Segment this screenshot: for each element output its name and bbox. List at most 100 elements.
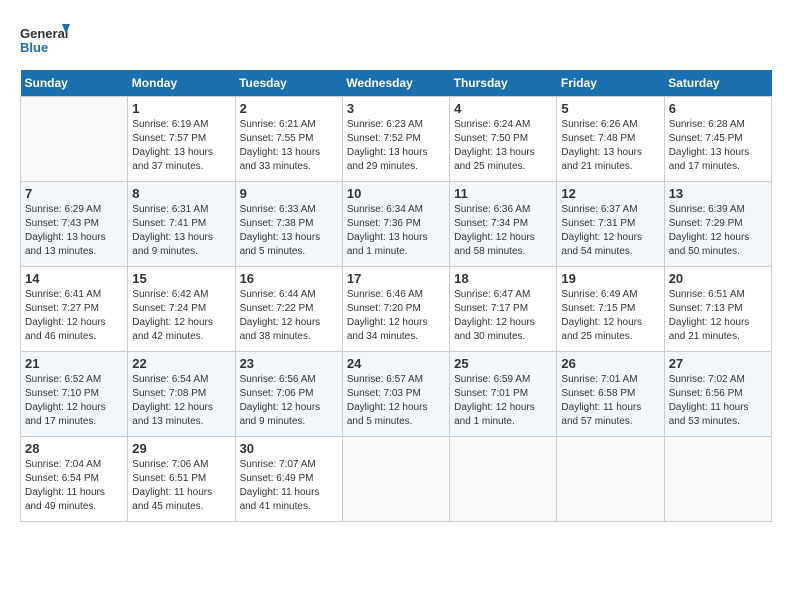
week-row-1: 1 Sunrise: 6:19 AM Sunset: 7:57 PM Daylig… <box>21 97 772 182</box>
day-info: Sunrise: 6:23 AM Sunset: 7:52 PM Dayligh… <box>347 118 445 174</box>
weekday-header-monday: Monday <box>128 70 235 97</box>
day-number: 5 <box>561 101 659 116</box>
day-info: Sunrise: 6:31 AM Sunset: 7:41 PM Dayligh… <box>132 203 230 259</box>
weekday-header-tuesday: Tuesday <box>235 70 342 97</box>
day-info: Sunrise: 6:21 AM Sunset: 7:55 PM Dayligh… <box>240 118 338 174</box>
day-number: 11 <box>454 186 552 201</box>
day-info: Sunrise: 6:33 AM Sunset: 7:38 PM Dayligh… <box>240 203 338 259</box>
day-info: Sunrise: 6:24 AM Sunset: 7:50 PM Dayligh… <box>454 118 552 174</box>
calendar-cell: 27 Sunrise: 7:02 AM Sunset: 6:56 PM Dayli… <box>664 352 771 437</box>
calendar-cell: 7 Sunrise: 6:29 AM Sunset: 7:43 PM Daylig… <box>21 182 128 267</box>
day-info: Sunrise: 6:44 AM Sunset: 7:22 PM Dayligh… <box>240 288 338 344</box>
day-info: Sunrise: 7:04 AM Sunset: 6:54 PM Dayligh… <box>25 458 123 514</box>
day-info: Sunrise: 6:59 AM Sunset: 7:01 PM Dayligh… <box>454 373 552 429</box>
logo: General Blue <box>20 20 70 60</box>
day-info: Sunrise: 6:49 AM Sunset: 7:15 PM Dayligh… <box>561 288 659 344</box>
calendar-cell: 1 Sunrise: 6:19 AM Sunset: 7:57 PM Daylig… <box>128 97 235 182</box>
calendar-cell <box>342 437 449 522</box>
calendar-cell: 29Sunrise: 7:06 AM Sunset: 6:51 PM Dayli… <box>128 437 235 522</box>
weekday-header-sunday: Sunday <box>21 70 128 97</box>
calendar-cell: 14Sunrise: 6:41 AM Sunset: 7:27 PM Dayli… <box>21 267 128 352</box>
day-info: Sunrise: 6:56 AM Sunset: 7:06 PM Dayligh… <box>240 373 338 429</box>
day-info: Sunrise: 6:28 AM Sunset: 7:45 PM Dayligh… <box>669 118 767 174</box>
day-info: Sunrise: 6:19 AM Sunset: 7:57 PM Dayligh… <box>132 118 230 174</box>
weekday-header-row: SundayMondayTuesdayWednesdayThursdayFrid… <box>21 70 772 97</box>
day-info: Sunrise: 7:02 AM Sunset: 6:56 PM Dayligh… <box>669 373 767 429</box>
day-number: 9 <box>240 186 338 201</box>
calendar-cell: 6Sunrise: 6:28 AM Sunset: 7:45 PM Daylig… <box>664 97 771 182</box>
svg-text:Blue: Blue <box>20 40 48 55</box>
day-number: 1 <box>132 101 230 116</box>
day-number: 12 <box>561 186 659 201</box>
day-info: Sunrise: 6:52 AM Sunset: 7:10 PM Dayligh… <box>25 373 123 429</box>
calendar-cell: 8 Sunrise: 6:31 AM Sunset: 7:41 PM Daylig… <box>128 182 235 267</box>
calendar-cell: 13 Sunrise: 6:39 AM Sunset: 7:29 PM Dayli… <box>664 182 771 267</box>
week-row-3: 14Sunrise: 6:41 AM Sunset: 7:27 PM Dayli… <box>21 267 772 352</box>
day-number: 26 <box>561 356 659 371</box>
week-row-2: 7 Sunrise: 6:29 AM Sunset: 7:43 PM Daylig… <box>21 182 772 267</box>
day-info: Sunrise: 6:54 AM Sunset: 7:08 PM Dayligh… <box>132 373 230 429</box>
day-info: Sunrise: 6:36 AM Sunset: 7:34 PM Dayligh… <box>454 203 552 259</box>
calendar-cell: 15 Sunrise: 6:42 AM Sunset: 7:24 PM Dayli… <box>128 267 235 352</box>
day-number: 29 <box>132 441 230 456</box>
weekday-header-thursday: Thursday <box>450 70 557 97</box>
day-number: 28 <box>25 441 123 456</box>
day-info: Sunrise: 6:26 AM Sunset: 7:48 PM Dayligh… <box>561 118 659 174</box>
day-number: 20 <box>669 271 767 286</box>
calendar-cell: 23 Sunrise: 6:56 AM Sunset: 7:06 PM Dayli… <box>235 352 342 437</box>
day-info: Sunrise: 6:46 AM Sunset: 7:20 PM Dayligh… <box>347 288 445 344</box>
calendar-cell: 10Sunrise: 6:34 AM Sunset: 7:36 PM Dayli… <box>342 182 449 267</box>
day-number: 13 <box>669 186 767 201</box>
calendar-cell: 26 Sunrise: 7:01 AM Sunset: 6:58 PM Dayli… <box>557 352 664 437</box>
day-number: 27 <box>669 356 767 371</box>
day-number: 3 <box>347 101 445 116</box>
calendar-cell: 11 Sunrise: 6:36 AM Sunset: 7:34 PM Dayli… <box>450 182 557 267</box>
day-info: Sunrise: 7:07 AM Sunset: 6:49 PM Dayligh… <box>240 458 338 514</box>
day-info: Sunrise: 6:39 AM Sunset: 7:29 PM Dayligh… <box>669 203 767 259</box>
day-number: 30 <box>240 441 338 456</box>
header: General Blue <box>20 20 772 60</box>
day-info: Sunrise: 6:51 AM Sunset: 7:13 PM Dayligh… <box>669 288 767 344</box>
weekday-header-saturday: Saturday <box>664 70 771 97</box>
day-info: Sunrise: 6:42 AM Sunset: 7:24 PM Dayligh… <box>132 288 230 344</box>
calendar-cell: 17 Sunrise: 6:46 AM Sunset: 7:20 PM Dayli… <box>342 267 449 352</box>
calendar-cell: 28 Sunrise: 7:04 AM Sunset: 6:54 PM Dayli… <box>21 437 128 522</box>
week-row-5: 28 Sunrise: 7:04 AM Sunset: 6:54 PM Dayli… <box>21 437 772 522</box>
calendar-cell: 21 Sunrise: 6:52 AM Sunset: 7:10 PM Dayli… <box>21 352 128 437</box>
calendar-cell: 25 Sunrise: 6:59 AM Sunset: 7:01 PM Dayli… <box>450 352 557 437</box>
day-info: Sunrise: 6:37 AM Sunset: 7:31 PM Dayligh… <box>561 203 659 259</box>
day-info: Sunrise: 6:41 AM Sunset: 7:27 PM Dayligh… <box>25 288 123 344</box>
calendar-cell <box>21 97 128 182</box>
day-info: Sunrise: 6:47 AM Sunset: 7:17 PM Dayligh… <box>454 288 552 344</box>
day-number: 18 <box>454 271 552 286</box>
calendar-cell: 3 Sunrise: 6:23 AM Sunset: 7:52 PM Daylig… <box>342 97 449 182</box>
day-number: 16 <box>240 271 338 286</box>
day-number: 7 <box>25 186 123 201</box>
calendar-cell: 22Sunrise: 6:54 AM Sunset: 7:08 PM Dayli… <box>128 352 235 437</box>
calendar-cell: 20 Sunrise: 6:51 AM Sunset: 7:13 PM Dayli… <box>664 267 771 352</box>
calendar-cell: 4 Sunrise: 6:24 AM Sunset: 7:50 PM Daylig… <box>450 97 557 182</box>
calendar-cell <box>557 437 664 522</box>
day-number: 25 <box>454 356 552 371</box>
weekday-header-friday: Friday <box>557 70 664 97</box>
logo-svg: General Blue <box>20 20 70 60</box>
weekday-header-wednesday: Wednesday <box>342 70 449 97</box>
day-info: Sunrise: 6:57 AM Sunset: 7:03 PM Dayligh… <box>347 373 445 429</box>
calendar-cell: 19Sunrise: 6:49 AM Sunset: 7:15 PM Dayli… <box>557 267 664 352</box>
calendar-cell <box>450 437 557 522</box>
calendar-cell: 16 Sunrise: 6:44 AM Sunset: 7:22 PM Dayli… <box>235 267 342 352</box>
calendar-cell: 18 Sunrise: 6:47 AM Sunset: 7:17 PM Dayli… <box>450 267 557 352</box>
calendar-cell: 2Sunrise: 6:21 AM Sunset: 7:55 PM Daylig… <box>235 97 342 182</box>
day-number: 24 <box>347 356 445 371</box>
day-number: 23 <box>240 356 338 371</box>
day-info: Sunrise: 6:29 AM Sunset: 7:43 PM Dayligh… <box>25 203 123 259</box>
day-number: 17 <box>347 271 445 286</box>
day-info: Sunrise: 7:01 AM Sunset: 6:58 PM Dayligh… <box>561 373 659 429</box>
calendar-cell: 24 Sunrise: 6:57 AM Sunset: 7:03 PM Dayli… <box>342 352 449 437</box>
day-number: 8 <box>132 186 230 201</box>
day-number: 4 <box>454 101 552 116</box>
calendar-cell: 9 Sunrise: 6:33 AM Sunset: 7:38 PM Daylig… <box>235 182 342 267</box>
day-number: 21 <box>25 356 123 371</box>
calendar-table: SundayMondayTuesdayWednesdayThursdayFrid… <box>20 70 772 522</box>
day-number: 15 <box>132 271 230 286</box>
